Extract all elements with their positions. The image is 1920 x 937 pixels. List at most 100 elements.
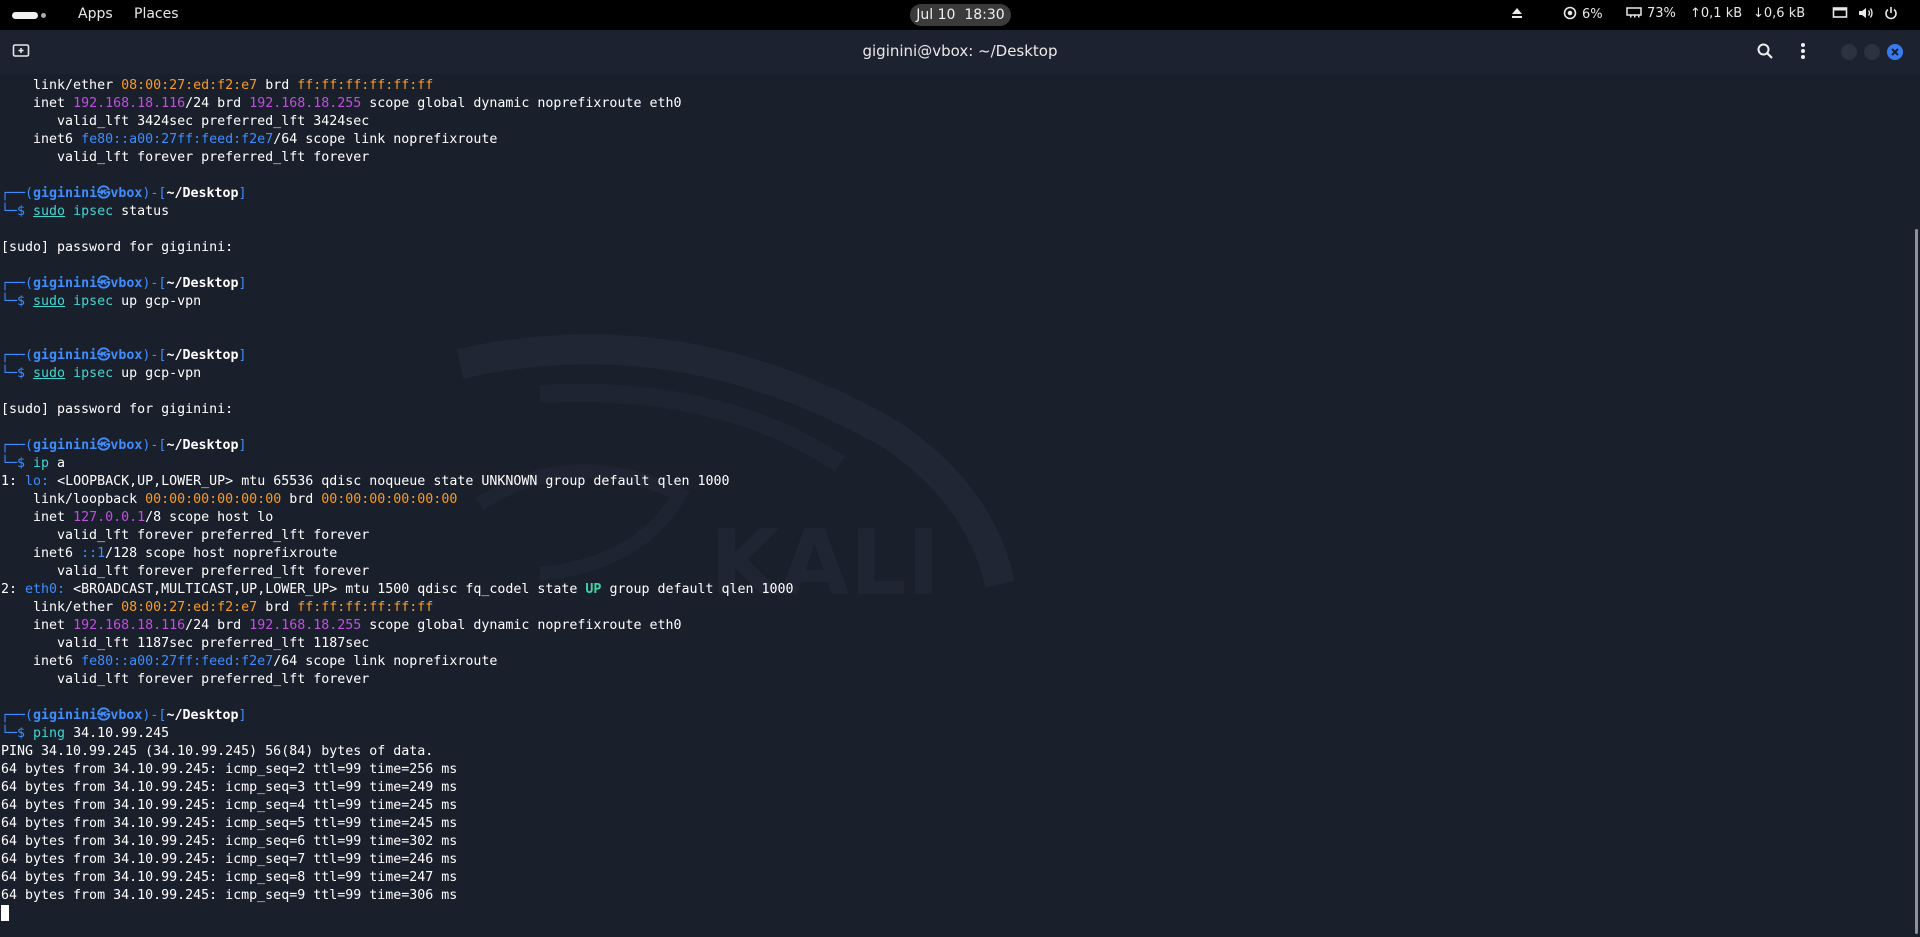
menu-kebab-icon[interactable] <box>1800 42 1812 62</box>
terminal-text-segment: up gcp-vpn <box>113 366 202 381</box>
terminal-line: └─$ sudo ipsec status <box>1 203 794 221</box>
terminal-text-segment: 1: <box>1 474 26 489</box>
terminal-line: ┌──(giginini㉿vbox)-[~/Desktop] <box>1 347 794 365</box>
terminal-text-segment: ff:ff:ff:ff:ff:ff <box>297 600 434 615</box>
memory-indicator[interactable]: 73% <box>1626 6 1676 21</box>
terminal-text-segment: 64 bytes from 34.10.99.245: icmp_seq=3 t… <box>1 780 458 795</box>
terminal-text-segment: link/loopback <box>1 492 146 507</box>
terminal-text-segment: 192.168.18.255 <box>249 96 362 111</box>
terminal-text-segment: ] <box>238 186 247 201</box>
terminal-text-segment: 00:00:00:00:00:00 <box>145 492 282 507</box>
terminal-text-segment: giginini㉿vbox <box>33 186 143 201</box>
clock-button[interactable]: Jul 10 18:30 <box>910 4 1011 26</box>
terminal-line: valid_lft forever preferred_lft forever <box>1 527 794 545</box>
terminal-text-segment: valid_lft forever preferred_lft forever <box>1 150 370 165</box>
terminal-text-segment: valid_lft 3424sec preferred_lft 3424sec <box>1 114 370 129</box>
close-button[interactable] <box>1887 44 1903 60</box>
terminal-text-segment: 08:00:27:ed:f2:e7 <box>121 78 258 93</box>
terminal-text-segment: 192.168.18.116 <box>73 618 186 633</box>
text-cursor <box>1 905 9 921</box>
terminal-headerbar: giginini@vbox: ~/Desktop <box>0 30 1920 74</box>
terminal-line: 1: lo: <LOOPBACK,UP,LOWER_UP> mtu 65536 … <box>1 473 794 491</box>
terminal-line: valid_lft 1187sec preferred_lft 1187sec <box>1 635 794 653</box>
terminal-line: └─$ sudo ipsec up gcp-vpn <box>1 293 794 311</box>
terminal-view[interactable]: KALI link/ether 08:00:27:ed:f2:e7 brd ff… <box>0 74 1912 937</box>
terminal-text-segment: sudo <box>33 366 66 381</box>
terminal-line: valid_lft forever preferred_lft forever <box>1 149 794 167</box>
terminal-text-segment: sudo <box>33 294 66 309</box>
terminal-text-segment: up gcp-vpn <box>113 294 202 309</box>
net-download-indicator[interactable]: ↓0,6 kB <box>1753 6 1805 21</box>
terminal-line: link/ether 08:00:27:ed:f2:e7 brd ff:ff:f… <box>1 77 794 95</box>
terminal-line: ┌──(giginini㉿vbox)-[~/Desktop] <box>1 437 794 455</box>
places-menu[interactable]: Places <box>134 6 179 22</box>
cpu-value: 6% <box>1582 7 1603 22</box>
terminal-text-segment: 64 bytes from 34.10.99.245: icmp_seq=9 t… <box>1 888 458 903</box>
power-icon[interactable] <box>1884 6 1898 24</box>
terminal-text-segment: scope global dynamic noprefixroute eth0 <box>361 96 682 111</box>
net-download-value: 0,6 kB <box>1763 6 1806 21</box>
new-tab-icon[interactable] <box>12 43 30 59</box>
terminal-text-segment: inet <box>1 618 74 633</box>
terminal-text-segment: ] <box>238 276 247 291</box>
terminal-line: valid_lft 3424sec preferred_lft 3424sec <box>1 113 794 131</box>
terminal-line: 64 bytes from 34.10.99.245: icmp_seq=2 t… <box>1 761 794 779</box>
terminal-line: 64 bytes from 34.10.99.245: icmp_seq=7 t… <box>1 851 794 869</box>
terminal-text-segment: )-[ <box>142 348 167 363</box>
terminal-line: 2: eth0: <BROADCAST,MULTICAST,UP,LOWER_U… <box>1 581 794 599</box>
top-panel: Apps Places Jul 10 18:30 6% 73% ↑0,1 kB … <box>0 0 1920 30</box>
terminal-text-segment: 127.0.0.1 <box>73 510 146 525</box>
terminal-text-segment: inet <box>1 96 74 111</box>
terminal-text-segment: )-[ <box>142 708 167 723</box>
workspace-indicator-dot <box>41 13 46 18</box>
cpu-indicator[interactable]: 6% <box>1563 6 1603 22</box>
terminal-text-segment: lo: <box>25 474 50 489</box>
terminal-text-segment: ~/Desktop <box>166 348 239 363</box>
terminal-text-segment: 64 bytes from 34.10.99.245: icmp_seq=2 t… <box>1 762 458 777</box>
terminal-text-segment: ┌──( <box>1 186 34 201</box>
cpu-icon <box>1563 6 1577 22</box>
activities-button[interactable] <box>12 9 46 21</box>
terminal-text-segment: 64 bytes from 34.10.99.245: icmp_seq=5 t… <box>1 816 458 831</box>
terminal-text-segment: status <box>113 204 170 219</box>
memory-icon <box>1626 6 1642 21</box>
terminal-text-segment: ~/Desktop <box>166 438 239 453</box>
terminal-cursor-line <box>1 905 794 923</box>
terminal-text-segment: ::1 <box>81 546 106 561</box>
eject-icon[interactable] <box>1510 6 1524 24</box>
terminal-text-segment: 2: <box>1 582 26 597</box>
terminal-text-segment: valid_lft forever preferred_lft forever <box>1 672 370 687</box>
terminal-line: 64 bytes from 34.10.99.245: icmp_seq=4 t… <box>1 797 794 815</box>
terminal-scrollbar[interactable] <box>1912 74 1920 937</box>
terminal-text-segment: ping <box>33 726 66 741</box>
terminal-line: link/loopback 00:00:00:00:00:00 brd 00:0… <box>1 491 794 509</box>
memory-value: 73% <box>1647 6 1676 21</box>
workspace-indicator-active <box>12 12 38 19</box>
minimize-button[interactable] <box>1841 44 1857 60</box>
scrollbar-thumb[interactable] <box>1915 229 1918 934</box>
apps-menu[interactable]: Apps <box>78 6 113 22</box>
search-icon[interactable] <box>1756 42 1776 62</box>
terminal-line: └─$ ping 34.10.99.245 <box>1 725 794 743</box>
arrow-down-icon: ↓ <box>1753 6 1764 21</box>
volume-icon[interactable] <box>1858 6 1874 24</box>
terminal-text-segment: brd <box>281 492 322 507</box>
net-upload-indicator[interactable]: ↑0,1 kB <box>1690 6 1742 21</box>
terminal-text-segment: group default qlen 1000 <box>601 582 794 597</box>
terminal-text-segment: 34.10.99.245 <box>65 726 170 741</box>
terminal-text-segment: └─ <box>1 294 18 309</box>
terminal-text-segment: )-[ <box>142 276 167 291</box>
maximize-button[interactable] <box>1864 44 1880 60</box>
terminal-text-segment: PING 34.10.99.245 (34.10.99.245) 56(84) … <box>1 744 434 759</box>
arrow-up-icon: ↑ <box>1690 6 1701 21</box>
terminal-text-segment: )-[ <box>142 438 167 453</box>
terminal-line: valid_lft forever preferred_lft forever <box>1 671 794 689</box>
screen-icon[interactable] <box>1832 6 1848 24</box>
terminal-line: inet6 fe80::a00:27ff:feed:f2e7/64 scope … <box>1 653 794 671</box>
terminal-text-segment: )-[ <box>142 186 167 201</box>
